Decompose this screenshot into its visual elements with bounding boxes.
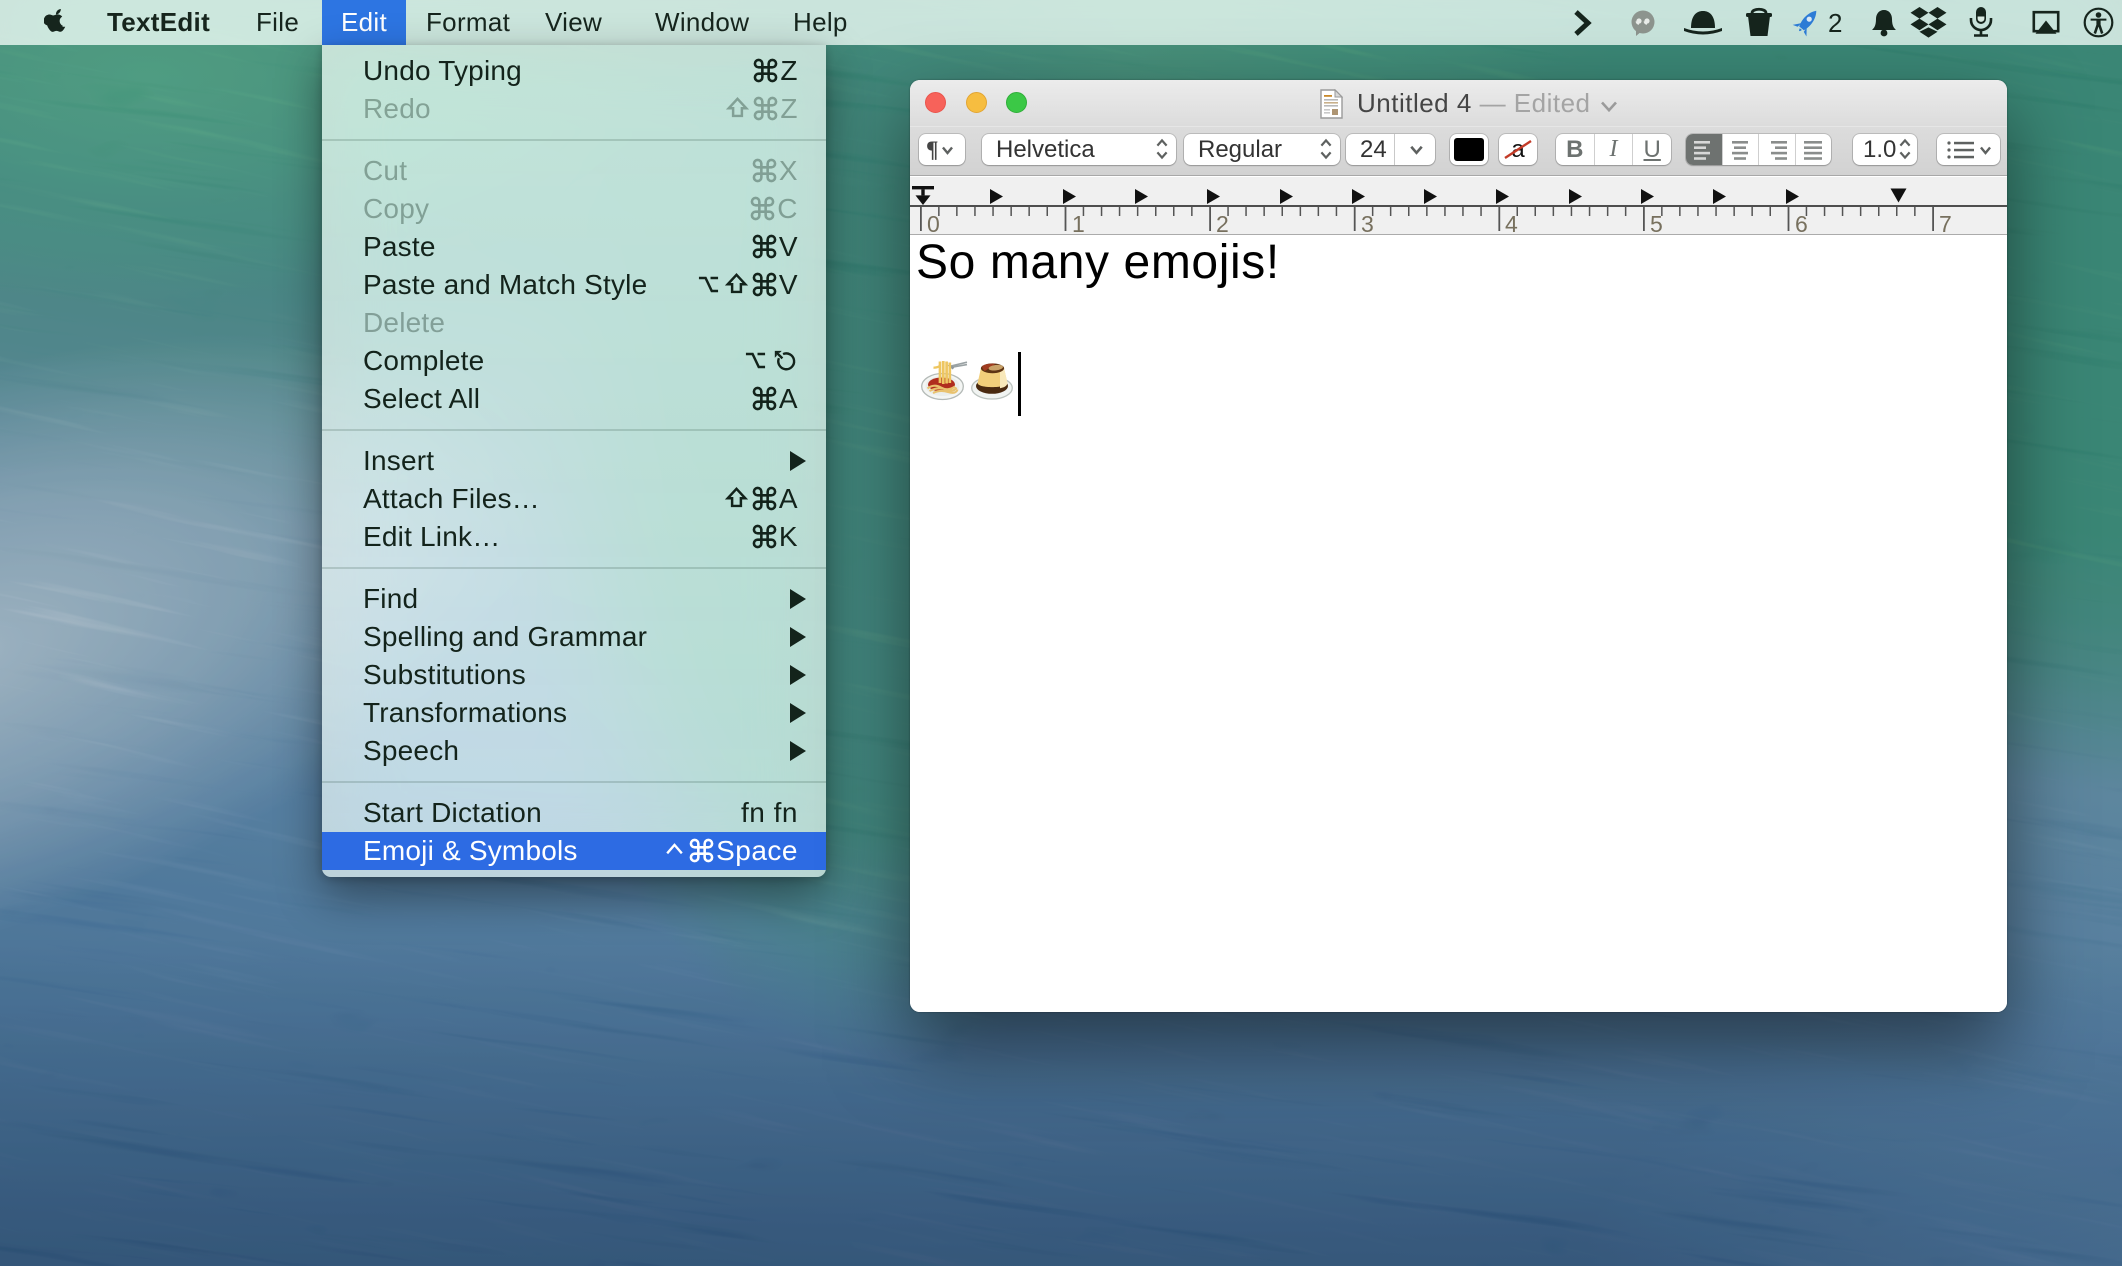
svg-text:7: 7 xyxy=(1939,211,1952,235)
svg-text:6: 6 xyxy=(1795,211,1808,235)
svg-text:2: 2 xyxy=(1216,211,1229,235)
svg-text:4: 4 xyxy=(1505,211,1518,235)
svg-text:0: 0 xyxy=(927,211,940,235)
svg-text:3: 3 xyxy=(1361,211,1374,235)
svg-text:1: 1 xyxy=(1072,211,1085,235)
svg-text:5: 5 xyxy=(1650,211,1663,235)
